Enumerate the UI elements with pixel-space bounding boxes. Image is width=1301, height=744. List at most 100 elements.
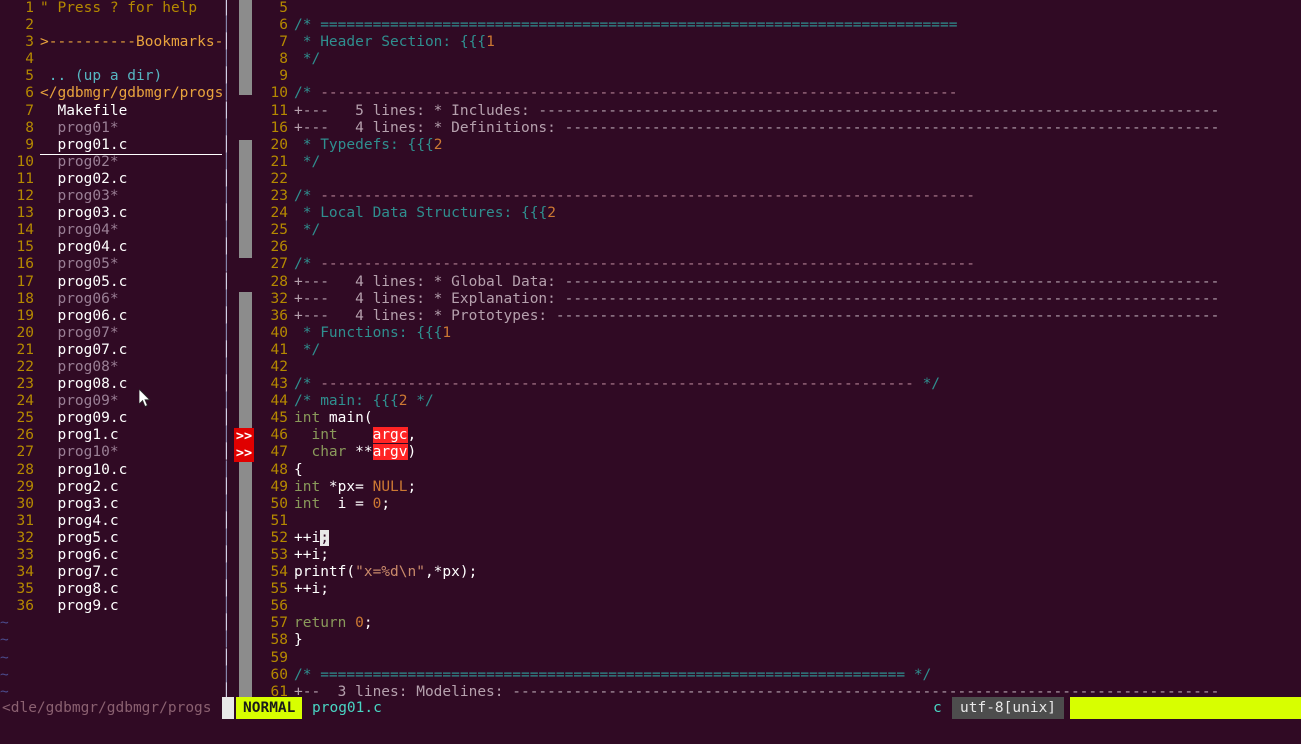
code-line[interactable]: 55 ++i; — [254, 581, 1301, 598]
tree-row[interactable]: 36 prog9.c — [0, 598, 222, 615]
tree-row[interactable]: 6 </gdbmgr/gdbmgr/progs — [0, 85, 222, 102]
tree-row[interactable]: 31 prog4.c — [0, 513, 222, 530]
tree-item-label[interactable]: prog8.c — [40, 581, 118, 597]
tree-row[interactable]: 27 prog10* — [0, 444, 222, 461]
tree-row[interactable]: 23 prog08.c — [0, 376, 222, 393]
code-line[interactable]: 23 /* -----------------------------------… — [254, 188, 1301, 205]
tree-row[interactable]: 17 prog05.c — [0, 274, 222, 291]
code-line[interactable]: 28 +--- 4 lines: * Global Data: ---------… — [254, 274, 1301, 291]
tree-item-label[interactable]: " Press ? for help — [40, 0, 197, 16]
tree-item-label[interactable]: prog7.c — [40, 564, 118, 580]
tree-row[interactable]: 3 >----------Bookmarks- — [0, 34, 222, 51]
code-line[interactable]: 59 — [254, 650, 1301, 667]
code-line[interactable]: 43 /* -----------------------------------… — [254, 376, 1301, 393]
tree-row[interactable]: 24 prog09* — [0, 393, 222, 410]
tree-item-label[interactable]: prog02* — [40, 154, 118, 170]
code-line[interactable]: 56 — [254, 598, 1301, 615]
tree-row[interactable]: 28 prog10.c — [0, 462, 222, 479]
tree-item-label[interactable]: prog5.c — [40, 530, 118, 546]
code-line[interactable]: 41 */ — [254, 342, 1301, 359]
tree-row[interactable]: 13 prog03.c — [0, 205, 222, 222]
tree-item-label[interactable]: prog02.c — [40, 171, 127, 187]
tree-item-label[interactable]: >----------Bookmarks- — [40, 34, 222, 50]
tree-item-label[interactable]: prog10* — [40, 444, 118, 460]
tree-item-label[interactable]: prog07* — [40, 325, 118, 341]
code-line[interactable]: 44 /* main: {{{2 */ — [254, 393, 1301, 410]
tree-row[interactable]: 8 prog01* — [0, 120, 222, 137]
tree-item-label[interactable]: prog09.c — [40, 410, 127, 426]
tree-item-label[interactable]: Makefile — [40, 103, 127, 119]
code-line[interactable]: 53 ++i; — [254, 547, 1301, 564]
tree-item-label[interactable]: prog03* — [40, 188, 118, 204]
tree-row[interactable]: 7 Makefile — [0, 103, 222, 120]
tree-item-label[interactable]: prog08* — [40, 359, 118, 375]
code-line[interactable]: 9 — [254, 68, 1301, 85]
code-line[interactable]: 7 * Header Section: {{{1 — [254, 34, 1301, 51]
tree-item-label[interactable]: prog1.c — [40, 427, 118, 443]
code-line[interactable]: 52 ++i; — [254, 529, 1301, 547]
tree-row[interactable]: 34 prog7.c — [0, 564, 222, 581]
tree-row[interactable]: 21 prog07.c — [0, 342, 222, 359]
code-line[interactable]: 32 +--- 4 lines: * Explanation: ---------… — [254, 291, 1301, 308]
tree-item-label[interactable]: prog3.c — [40, 496, 118, 512]
code-line[interactable]: 6 /* ====================================… — [254, 17, 1301, 34]
code-line[interactable]: 51 — [254, 513, 1301, 530]
tree-item-label[interactable]: prog06* — [40, 291, 118, 307]
code-line[interactable]: 25 */ — [254, 222, 1301, 239]
tree-row[interactable]: 16 prog05* — [0, 256, 222, 273]
code-line[interactable]: 48 { — [254, 462, 1301, 479]
code-line[interactable]: 26 — [254, 239, 1301, 256]
tree-item-label[interactable]: prog04* — [40, 222, 118, 238]
code-line[interactable]: 8 */ — [254, 51, 1301, 68]
tree-row[interactable]: 11 prog02.c — [0, 171, 222, 188]
code-line[interactable]: 24 * Local Data Structures: {{{2 — [254, 205, 1301, 222]
code-line[interactable]: 22 — [254, 171, 1301, 188]
warning-sign-marker[interactable]: >> — [234, 444, 254, 462]
tree-item-label[interactable]: prog04.c — [40, 239, 127, 255]
code-line[interactable]: 46 int argc, — [254, 427, 1301, 444]
tree-row[interactable]: 9 prog01.c — [0, 137, 222, 155]
code-line[interactable]: 45 int main( — [254, 410, 1301, 427]
tree-item-label[interactable]: prog10.c — [40, 462, 127, 478]
tree-row[interactable]: 26 prog1.c — [0, 427, 222, 444]
tree-item-label[interactable]: prog9.c — [40, 598, 118, 614]
tree-item-label[interactable]: prog06.c — [40, 308, 127, 324]
code-line[interactable]: 10 /* -----------------------------------… — [254, 85, 1301, 102]
tree-item-label[interactable]: prog09* — [40, 393, 118, 409]
file-tree-pane[interactable]: 1 " Press ? for help 2 3 >----------Bookmark… — [0, 0, 222, 697]
warning-sign-marker[interactable]: >> — [234, 427, 254, 445]
code-line[interactable]: 58} — [254, 632, 1301, 649]
tree-item-label[interactable]: prog01* — [40, 120, 118, 136]
code-line[interactable]: 27 /* -----------------------------------… — [254, 256, 1301, 273]
tree-row[interactable]: 1 " Press ? for help — [0, 0, 222, 17]
tree-item-selected[interactable]: prog01.c — [40, 137, 222, 155]
code-line[interactable]: 20 * Typedefs: {{{2 — [254, 137, 1301, 154]
tree-row[interactable]: 15 prog04.c — [0, 239, 222, 256]
tree-item-label[interactable]: prog05.c — [40, 274, 127, 290]
code-line[interactable]: 57 return 0; — [254, 615, 1301, 632]
tree-item-label[interactable]: .. (up a dir) — [40, 68, 163, 84]
code-line[interactable]: 36 +--- 4 lines: * Prototypes: ----------… — [254, 308, 1301, 325]
tree-row[interactable]: 12 prog03* — [0, 188, 222, 205]
tree-row[interactable]: 20 prog07* — [0, 325, 222, 342]
tree-item-label[interactable]: prog08.c — [40, 376, 127, 392]
code-line[interactable]: 54 printf("x=%d\n",*px); — [254, 564, 1301, 581]
tree-row[interactable]: 33 prog6.c — [0, 547, 222, 564]
tree-row[interactable]: 25 prog09.c — [0, 410, 222, 427]
code-line[interactable]: 21 */ — [254, 154, 1301, 171]
tree-row[interactable]: 19 prog06.c — [0, 308, 222, 325]
code-line[interactable]: 61 +-- 3 lines: Modelines: --------------… — [254, 684, 1301, 697]
tree-row[interactable]: 30 prog3.c — [0, 496, 222, 513]
tree-row[interactable]: 14 prog04* — [0, 222, 222, 239]
code-line[interactable]: 47 char **argv) — [254, 444, 1301, 461]
tree-row[interactable]: 5 .. (up a dir) — [0, 68, 222, 85]
tree-row[interactable]: 32 prog5.c — [0, 530, 222, 547]
tree-item-label[interactable]: prog2.c — [40, 479, 118, 495]
tree-row[interactable]: 18 prog06* — [0, 291, 222, 308]
code-line[interactable]: 50 int i = 0; — [254, 496, 1301, 513]
tree-item-label[interactable]: prog03.c — [40, 205, 127, 221]
code-line[interactable]: 40 * Functions: {{{1 — [254, 325, 1301, 342]
tree-item-label[interactable]: </gdbmgr/gdbmgr/progs — [40, 85, 222, 101]
tree-item-label[interactable]: prog6.c — [40, 547, 118, 563]
tree-row[interactable]: 35 prog8.c — [0, 581, 222, 598]
